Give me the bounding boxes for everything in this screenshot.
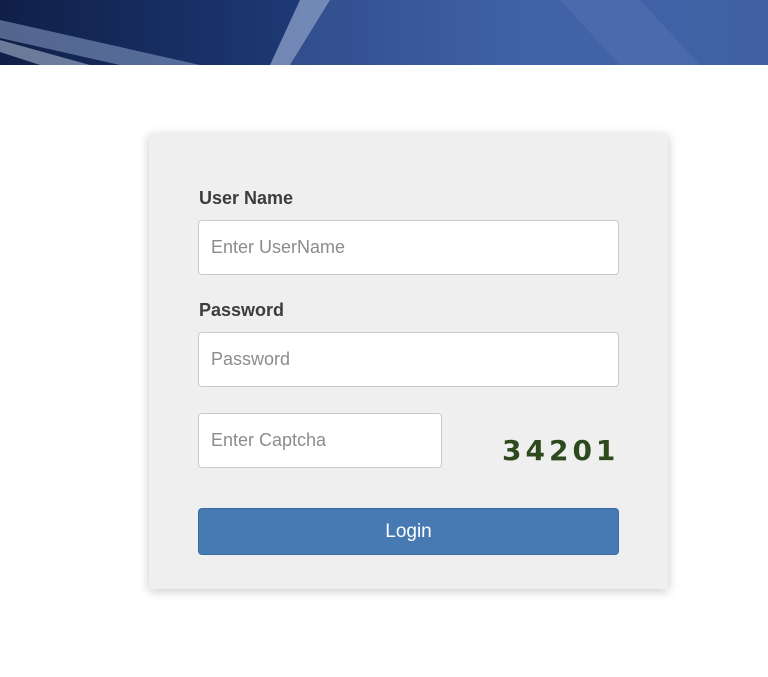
password-label: Password xyxy=(199,300,285,320)
captcha-input[interactable] xyxy=(198,413,442,468)
header-banner xyxy=(0,0,768,65)
password-input[interactable] xyxy=(198,332,619,387)
username-label: User Name xyxy=(199,188,294,208)
login-button[interactable]: Login xyxy=(198,508,619,555)
captcha-code: 34201 xyxy=(502,434,620,467)
banner-graphic xyxy=(0,0,768,65)
username-input[interactable] xyxy=(198,220,619,275)
login-card: User Name Password 34201 Login xyxy=(149,134,668,589)
